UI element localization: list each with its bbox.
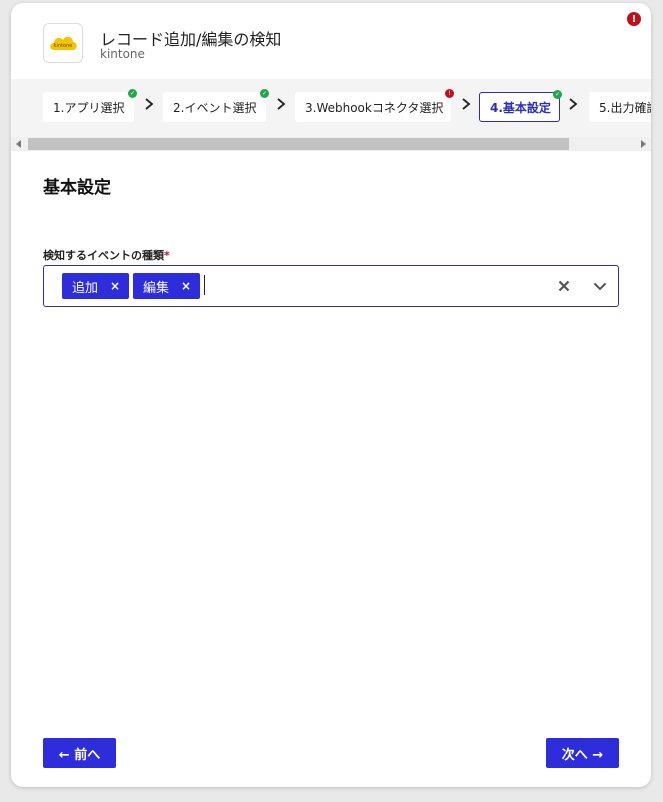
scroll-thumb[interactable] (28, 138, 569, 150)
tag-edit: 編集 × (133, 273, 200, 299)
step-label: 4.基本設定 (490, 100, 551, 115)
check-icon: ✓ (553, 90, 562, 99)
kintone-logo: kintone (43, 23, 83, 63)
error-dot-icon: ! (445, 89, 454, 98)
step-basic-settings[interactable]: 4.基本設定 ✓ (479, 90, 562, 122)
event-type-label: 検知するイベントの種類* (43, 247, 170, 263)
remove-tag-icon[interactable]: × (110, 279, 120, 293)
steps-scrollbar[interactable] (11, 137, 651, 151)
tag-label: 追加 (72, 280, 99, 296)
check-icon: ✓ (260, 89, 269, 98)
required-mark: * (164, 249, 170, 262)
kintone-cloud-icon: kintone (50, 36, 77, 50)
next-button[interactable]: 次へ → (546, 738, 619, 768)
scroll-right-icon[interactable] (641, 140, 646, 148)
step-label: 1.アプリ選択 (53, 100, 125, 115)
chevron-right-icon (277, 98, 286, 110)
step-event-select[interactable]: 2.イベント選択 ✓ (163, 89, 269, 122)
logo-text: kintone (54, 43, 73, 49)
text-cursor (204, 275, 205, 295)
chevron-right-icon (569, 98, 578, 110)
step-webhook-connector-select[interactable]: 3.Webhookコネクタ選択 ! (295, 89, 454, 122)
step-output-confirm[interactable]: 5.出力確認 (589, 92, 651, 122)
step-app-select[interactable]: 1.アプリ選択 ✓ (43, 89, 137, 122)
prev-button[interactable]: ← 前へ (43, 738, 116, 768)
tag-add: 追加 × (62, 273, 129, 299)
tag-label: 編集 (143, 280, 170, 296)
event-type-multiselect[interactable]: 追加 × 編集 × (43, 265, 619, 307)
chevron-down-icon[interactable] (592, 278, 608, 294)
chevron-right-icon (462, 98, 471, 110)
clear-all-icon[interactable] (556, 278, 572, 294)
event-type-label-text: 検知するイベントの種類 (43, 249, 164, 262)
step-label: 3.Webhookコネクタ選択 (305, 100, 444, 115)
dialog-card: kintone レコード追加/編集の検知 kintone ! 1.アプリ選択 ✓… (11, 3, 651, 787)
chevron-right-icon (145, 98, 154, 110)
step-label: 2.イベント選択 (173, 100, 257, 115)
page-subtitle: kintone (100, 47, 145, 61)
error-icon: ! (627, 12, 641, 26)
scroll-left-icon[interactable] (16, 140, 21, 148)
step-label: 5.出力確認 (599, 100, 651, 115)
remove-tag-icon[interactable]: × (181, 279, 191, 293)
steps-nav: 1.アプリ選択 ✓ 2.イベント選択 ✓ 3.Webhookコネクタ選択 ! 4… (11, 79, 651, 137)
section-title: 基本設定 (43, 178, 111, 198)
check-icon: ✓ (128, 89, 137, 98)
header: kintone レコード追加/編集の検知 kintone ! (11, 3, 651, 79)
